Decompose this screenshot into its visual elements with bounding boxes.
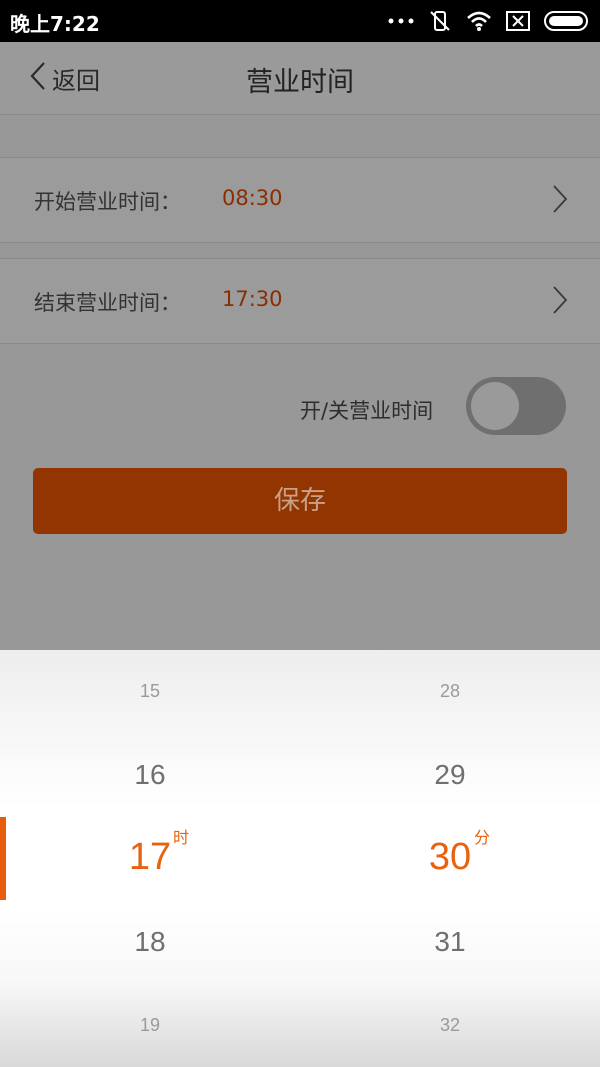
minute-option[interactable]: 31 xyxy=(300,926,600,958)
hour-unit-label: 时 xyxy=(173,828,190,847)
save-button[interactable]: 保存 xyxy=(33,468,567,534)
business-hours-toggle[interactable] xyxy=(466,377,566,435)
business-hours-switch-label: 开/关营业时间 xyxy=(300,399,434,423)
minute-option-selected[interactable]: 30 xyxy=(300,836,600,879)
hour-wheel[interactable]: 15 16 17 时 18 19 xyxy=(0,650,300,1067)
nav-bar: 返回 营业时间 xyxy=(0,42,600,115)
vibrate-off-icon xyxy=(428,9,452,33)
minute-option[interactable]: 32 xyxy=(300,1015,600,1036)
status-icons xyxy=(388,8,590,34)
time-picker[interactable]: 15 16 17 时 18 19 28 29 30 分 31 32 xyxy=(0,650,600,1067)
hour-option[interactable]: 15 xyxy=(0,681,300,702)
hour-option[interactable]: 18 xyxy=(0,926,300,958)
start-time-value: 08:30 xyxy=(222,186,283,210)
toggle-knob xyxy=(471,382,519,430)
battery-icon xyxy=(544,11,590,31)
minute-option[interactable]: 28 xyxy=(300,681,600,702)
minute-wheel[interactable]: 28 29 30 分 31 32 xyxy=(300,650,600,1067)
hour-option[interactable]: 19 xyxy=(0,1015,300,1036)
status-bar: 晚上7:22 xyxy=(0,0,600,42)
status-time: 晚上7:22 xyxy=(10,12,100,36)
hour-option-selected[interactable]: 17 xyxy=(0,836,300,879)
chevron-right-icon xyxy=(552,285,568,319)
minute-option[interactable]: 29 xyxy=(300,759,600,791)
business-hours-page: 返回 营业时间 开始营业时间： 08:30 结束营业时间： 17:30 开/关营… xyxy=(0,42,600,650)
end-time-label: 结束营业时间： xyxy=(34,291,181,315)
dots-icon xyxy=(388,17,414,25)
start-time-row[interactable]: 开始营业时间： 08:30 xyxy=(0,157,600,243)
wifi-icon xyxy=(466,10,492,32)
hour-option[interactable]: 16 xyxy=(0,759,300,791)
end-time-row[interactable]: 结束营业时间： 17:30 xyxy=(0,258,600,344)
chevron-right-icon xyxy=(552,184,568,218)
sim-blocked-icon xyxy=(506,11,530,31)
page-title: 营业时间 xyxy=(246,67,354,98)
minute-unit-label: 分 xyxy=(474,828,491,847)
end-time-value: 17:30 xyxy=(222,287,283,311)
start-time-label: 开始营业时间： xyxy=(34,190,181,214)
